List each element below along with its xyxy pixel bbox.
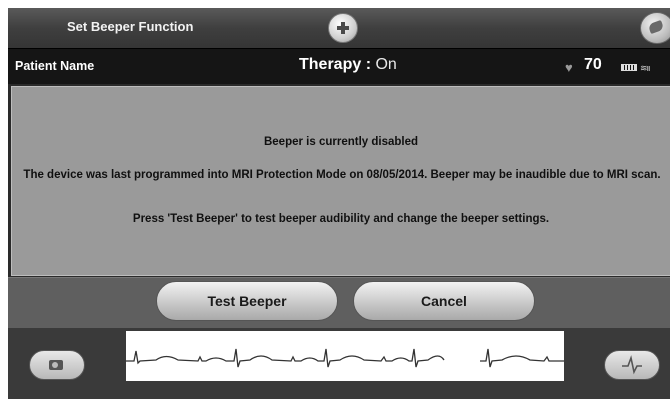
status-bar: Patient Name Therapy : On ♥ 70 ≋ıı [8,48,670,84]
therapy-label: Therapy : [299,56,376,73]
app-frame: Set Beeper Function Patient Name Therapy… [8,8,670,399]
signal-icon: ≋ıı [640,63,651,73]
screen-title: Set Beeper Function [67,19,194,34]
mri-warning-text: The device was last programmed into MRI … [23,169,661,181]
heart-rate-value: 70 [584,56,602,73]
message-panel: Beeper is currently disabled The device … [11,86,670,276]
beeper-status-text: Beeper is currently disabled [263,136,419,148]
capture-button[interactable] [29,350,85,380]
camera-icon [49,360,63,370]
plus-icon[interactable] [328,13,358,43]
therapy-value: On [375,56,397,73]
cancel-button[interactable]: Cancel [353,281,535,321]
patient-name: Patient Name [15,59,95,73]
heart-icon: ♥ [565,60,573,75]
event-marker-button[interactable] [604,350,660,380]
battery-icon [621,64,637,71]
test-beeper-button[interactable]: Test Beeper [156,281,338,321]
instruction-text: Press 'Test Beeper' to test beeper audib… [132,213,550,225]
button-bar: Test Beeper Cancel [8,277,670,328]
ecg-marker-icon [622,355,642,375]
title-bar: Set Beeper Function [8,8,670,48]
therapy-status: Therapy : On [299,56,397,74]
ecg-strip [126,331,564,381]
ecg-bar [8,328,670,399]
wand-icon[interactable] [640,12,670,44]
